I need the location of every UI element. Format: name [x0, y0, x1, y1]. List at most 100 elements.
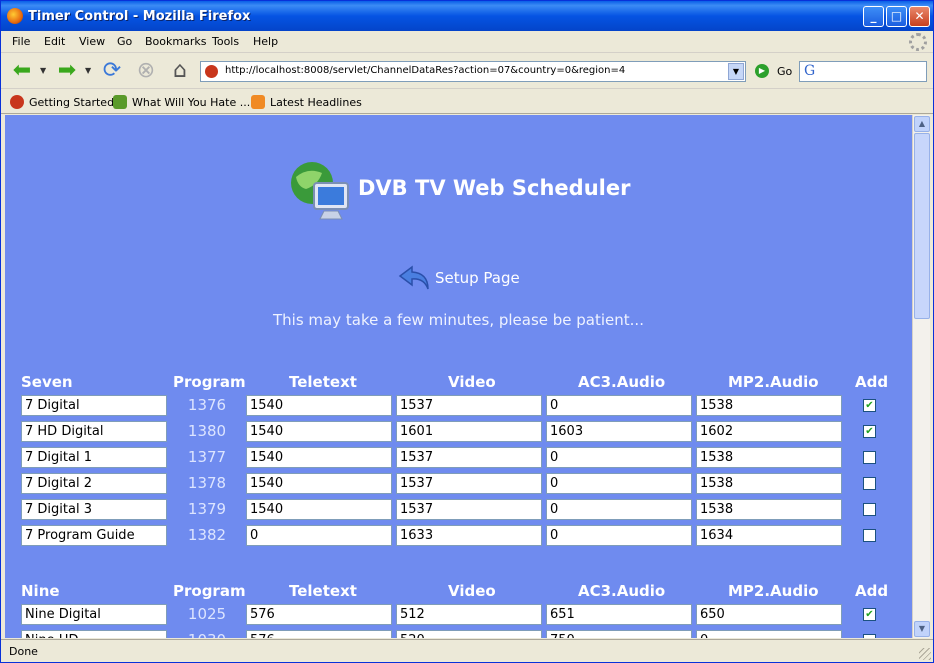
- column-header-teletext: Teletext: [289, 582, 357, 600]
- video-pid-field[interactable]: 1537: [396, 447, 542, 468]
- maximize-button[interactable]: □: [886, 6, 907, 27]
- teletext-pid-field[interactable]: 576: [246, 604, 392, 625]
- program-number: 1380: [187, 422, 227, 440]
- search-input[interactable]: G: [799, 61, 927, 82]
- teletext-pid-field[interactable]: 1540: [246, 447, 392, 468]
- channel-name-field[interactable]: 7 Digital 3: [21, 499, 167, 520]
- mp2-pid-field[interactable]: 1538: [696, 447, 842, 468]
- site-favicon-icon: [205, 65, 218, 78]
- program-number: 1382: [187, 526, 227, 544]
- menu-go[interactable]: Go: [117, 35, 132, 48]
- go-button[interactable]: ▶ Go: [753, 62, 793, 82]
- forward-arrow-icon[interactable]: ➡: [54, 58, 80, 84]
- menu-tools[interactable]: Tools: [212, 35, 239, 48]
- url-history-dropdown-icon[interactable]: ▼: [728, 63, 744, 80]
- teletext-pid-field[interactable]: 1540: [246, 473, 392, 494]
- mp2-pid-field[interactable]: 1602: [696, 421, 842, 442]
- add-channel-checkbox[interactable]: [863, 503, 876, 516]
- channel-name-field[interactable]: 7 Digital 2: [21, 473, 167, 494]
- google-search-icon[interactable]: G: [804, 63, 815, 79]
- column-header-ac3-audio: AC3.Audio: [578, 373, 666, 391]
- ac3-pid-field[interactable]: 651: [546, 604, 692, 625]
- bookmark-getting-started[interactable]: Getting Started: [10, 95, 114, 109]
- browser-window: Timer Control - Mozilla Firefox _ □ ✕ Fi…: [0, 0, 934, 663]
- add-channel-checkbox[interactable]: ✔: [863, 399, 876, 412]
- ac3-pid-field[interactable]: 0: [546, 447, 692, 468]
- video-pid-field[interactable]: 1537: [396, 473, 542, 494]
- menu-bookmarks[interactable]: Bookmarks: [145, 35, 206, 48]
- reload-icon[interactable]: ⟳: [99, 58, 125, 84]
- menu-view[interactable]: View: [79, 35, 105, 48]
- bookmark-icon: [10, 95, 24, 109]
- video-pid-field[interactable]: 1537: [396, 499, 542, 520]
- channel-name-field[interactable]: Nine Digital: [21, 604, 167, 625]
- bookmark-what-will-you-hate[interactable]: What Will You Hate ...: [113, 95, 250, 109]
- mp2-pid-field[interactable]: 1538: [696, 499, 842, 520]
- stop-icon[interactable]: ⊗: [133, 58, 159, 84]
- resize-grip-icon[interactable]: [919, 648, 931, 660]
- video-pid-field[interactable]: 1537: [396, 395, 542, 416]
- program-number: 1376: [187, 396, 227, 414]
- ac3-pid-field[interactable]: 0: [546, 525, 692, 546]
- setup-page-label: Setup Page: [435, 269, 520, 287]
- scroll-up-icon[interactable]: ▲: [914, 116, 930, 132]
- video-pid-field[interactable]: 520: [396, 630, 542, 638]
- mp2-pid-field[interactable]: 1538: [696, 395, 842, 416]
- ac3-pid-field[interactable]: 1603: [546, 421, 692, 442]
- add-channel-checkbox[interactable]: ✔: [863, 425, 876, 438]
- channel-name-field[interactable]: 7 Program Guide: [21, 525, 167, 546]
- url-bar[interactable]: http://localhost:8008/servlet/ChannelDat…: [200, 61, 746, 82]
- page-title: DVB TV Web Scheduler: [358, 176, 631, 200]
- go-label: Go: [777, 65, 793, 78]
- back-dropdown-icon[interactable]: ▼: [40, 66, 46, 75]
- bookmark-icon: [113, 95, 127, 109]
- video-pid-field[interactable]: 1601: [396, 421, 542, 442]
- add-channel-checkbox[interactable]: [863, 634, 876, 638]
- bookmark-latest-headlines[interactable]: Latest Headlines: [251, 95, 362, 109]
- mp2-pid-field[interactable]: 650: [696, 604, 842, 625]
- add-channel-checkbox[interactable]: [863, 529, 876, 542]
- minimize-button[interactable]: _: [863, 6, 884, 27]
- home-icon[interactable]: ⌂: [167, 58, 193, 84]
- scroll-thumb[interactable]: [914, 133, 930, 319]
- mp2-pid-field[interactable]: 1538: [696, 473, 842, 494]
- vertical-scrollbar[interactable]: ▲ ▼: [912, 115, 930, 638]
- add-channel-checkbox[interactable]: ✔: [863, 608, 876, 621]
- teletext-pid-field[interactable]: 1540: [246, 395, 392, 416]
- video-pid-field[interactable]: 1633: [396, 525, 542, 546]
- menu-help[interactable]: Help: [253, 35, 278, 48]
- add-channel-checkbox[interactable]: [863, 451, 876, 464]
- ac3-pid-field[interactable]: 0: [546, 473, 692, 494]
- menu-bar: File Edit View Go Bookmarks Tools Help: [1, 31, 933, 53]
- column-header-ac3-audio: AC3.Audio: [578, 582, 666, 600]
- column-header-program: Program: [173, 373, 246, 391]
- add-channel-checkbox[interactable]: [863, 477, 876, 490]
- url-text[interactable]: http://localhost:8008/servlet/ChannelDat…: [225, 65, 625, 76]
- close-button[interactable]: ✕: [909, 6, 930, 27]
- channel-name-field[interactable]: 7 HD Digital: [21, 421, 167, 442]
- video-pid-field[interactable]: 512: [396, 604, 542, 625]
- channel-name-field[interactable]: Nine HD: [21, 630, 167, 638]
- ac3-pid-field[interactable]: 0: [546, 499, 692, 520]
- menu-file[interactable]: File: [12, 35, 30, 48]
- mp2-pid-field[interactable]: 1634: [696, 525, 842, 546]
- ac3-pid-field[interactable]: 0: [546, 395, 692, 416]
- scroll-down-icon[interactable]: ▼: [914, 621, 930, 637]
- column-header-video: Video: [448, 373, 496, 391]
- mp2-pid-field[interactable]: 0: [696, 630, 842, 638]
- teletext-pid-field[interactable]: 1540: [246, 499, 392, 520]
- program-number: 1025: [187, 605, 227, 623]
- program-number: 1030: [167, 631, 247, 638]
- ac3-pid-field[interactable]: 750: [546, 630, 692, 638]
- channel-name-field[interactable]: 7 Digital: [21, 395, 167, 416]
- back-arrow-icon[interactable]: ⬅: [9, 58, 35, 84]
- forward-dropdown-icon[interactable]: ▼: [85, 66, 91, 75]
- column-header-mp2-audio: MP2.Audio: [728, 373, 819, 391]
- menu-edit[interactable]: Edit: [44, 35, 65, 48]
- channel-name-field[interactable]: 7 Digital 1: [21, 447, 167, 468]
- title-bar[interactable]: Timer Control - Mozilla Firefox _ □ ✕: [1, 1, 933, 31]
- teletext-pid-field[interactable]: 576: [246, 630, 392, 638]
- teletext-pid-field[interactable]: 0: [246, 525, 392, 546]
- program-number: 1379: [187, 500, 227, 518]
- teletext-pid-field[interactable]: 1540: [246, 421, 392, 442]
